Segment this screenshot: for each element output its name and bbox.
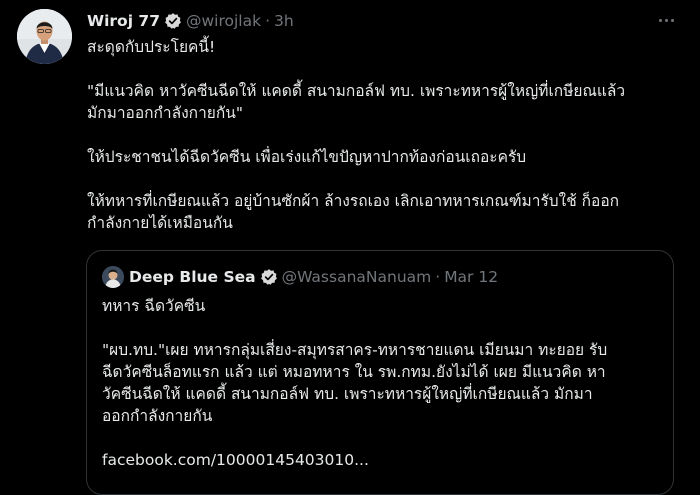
quoted-link[interactable]: facebook.com/10000145403010...: [102, 449, 662, 471]
quoted-text-line: ออกกำลังกายกัน: [102, 407, 213, 425]
quoted-tweet[interactable]: Deep Blue Sea @WassanaNanuam · Mar 12 ทห…: [86, 250, 674, 495]
more-options-icon[interactable]: [654, 10, 678, 30]
quoted-text-line: ฉีดวัคซีนล็อทแรก แล้ว แต่ หมอทหาร ใน รพ.…: [102, 363, 606, 381]
author-name[interactable]: Wiroj 77: [87, 12, 160, 30]
author-handle[interactable]: @wirojlak: [186, 12, 261, 30]
tweet-text-line: มักมาออกกำลังกายกัน": [87, 104, 243, 122]
separator-dot: ·: [435, 268, 441, 286]
quoted-tweet-date[interactable]: Mar 12: [444, 268, 498, 286]
tweet-text-line: ให้ประชาชนได้ฉีดวัคซีน เพื่อเร่งแก้ไขปัญ…: [87, 148, 527, 166]
quoted-text-line: วัคซีนฉีดให้ แคดดี้ สนามกอล์ฟ ทบ. เพราะท…: [102, 385, 593, 403]
verified-badge-icon: [164, 12, 182, 30]
tweet-text: สะดุดกับประโยคนี้! "มีแนวคิด หาวัคซีนฉีด…: [87, 36, 687, 234]
tweet-time[interactable]: 3h: [274, 12, 294, 30]
verified-badge-icon: [260, 268, 278, 286]
quoted-tweet-text: ทหาร ฉีดวัคซีน "ผบ.ทบ."เผย ทหารกลุ่มเสี่…: [102, 295, 662, 471]
quoted-tweet-header: Deep Blue Sea @WassanaNanuam · Mar 12: [102, 266, 498, 288]
tweet[interactable]: Wiroj 77 @wirojlak · 3h สะดุดกับประโยคนี…: [0, 0, 700, 495]
tweet-text-line: สะดุดกับประโยคนี้!: [87, 38, 216, 56]
tweet-text-line: "มีแนวคิด หาวัคซีนฉีดให้ แคดดี้ สนามกอล์…: [87, 82, 626, 100]
tweet-header: Wiroj 77 @wirojlak · 3h: [87, 10, 294, 32]
author-avatar[interactable]: [17, 9, 72, 64]
tweet-text-line: กำลังกายได้เหมือนกัน: [87, 214, 233, 232]
quoted-author-name[interactable]: Deep Blue Sea: [129, 268, 256, 286]
quoted-text-line: "ผบ.ทบ."เผย ทหารกลุ่มเสี่ยง-สมุทรสาคร-ทห…: [102, 341, 608, 359]
quoted-author-avatar[interactable]: [102, 266, 124, 288]
tweet-text-line: ให้ทหารที่เกษียณแล้ว อยู่บ้านซักผ้า ล้าง…: [87, 192, 620, 210]
quoted-author-handle[interactable]: @WassanaNanuam: [282, 268, 432, 286]
separator-dot: ·: [265, 12, 271, 30]
quoted-text-line: ทหาร ฉีดวัคซีน: [102, 297, 206, 315]
